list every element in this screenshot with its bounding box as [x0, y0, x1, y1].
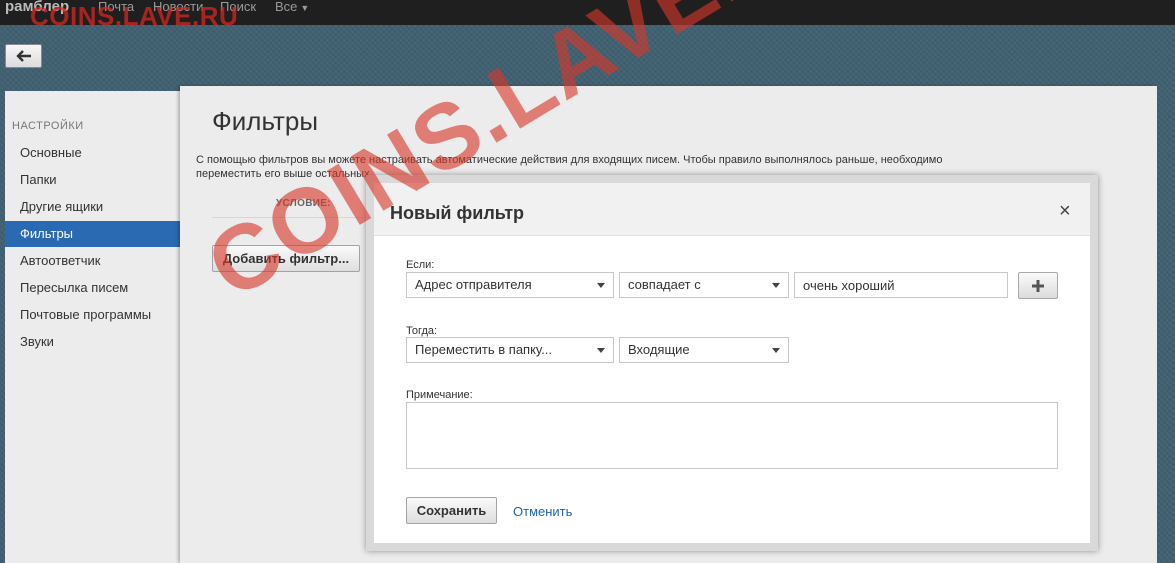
sidebar-item-folders[interactable]: Папки	[5, 167, 180, 193]
cancel-link[interactable]: Отменить	[513, 504, 572, 519]
then-label: Тогда:	[406, 325, 438, 337]
close-icon[interactable]: ×	[1059, 201, 1071, 221]
chevron-down-icon	[597, 348, 605, 353]
nav-link-all[interactable]: Все ▼	[275, 0, 309, 14]
note-label: Примечание:	[406, 389, 473, 401]
back-button[interactable]	[5, 44, 42, 68]
sidebar-item-other-mailboxes[interactable]: Другие ящики	[5, 194, 180, 220]
condition-operator-value: совпадает с	[628, 277, 701, 292]
sidebar-item-general[interactable]: Основные	[5, 140, 180, 166]
plus-icon	[1032, 280, 1044, 292]
condition-field-value: Адрес отправителя	[415, 277, 532, 292]
chevron-down-icon	[597, 283, 605, 288]
nav-link-all-label: Все	[275, 0, 298, 14]
sidebar-item-mail-clients[interactable]: Почтовые программы	[5, 302, 180, 328]
target-folder-value: Входящие	[628, 342, 690, 357]
settings-sidebar: НАСТРОЙКИ Основные Папки Другие ящики Фи…	[5, 91, 180, 563]
sidebar-item-filters[interactable]: Фильтры	[5, 221, 180, 247]
dialog-header: Новый фильтр ×	[374, 183, 1090, 236]
new-filter-dialog: Новый фильтр × Если: Адрес отправителя с…	[366, 175, 1098, 551]
note-textarea[interactable]	[406, 402, 1058, 469]
save-button[interactable]: Сохранить	[406, 497, 497, 524]
action-select[interactable]: Переместить в папку...	[406, 337, 614, 363]
sidebar-item-sounds[interactable]: Звуки	[5, 329, 180, 355]
arrow-left-icon	[16, 50, 31, 62]
sidebar-heading: НАСТРОЙКИ	[12, 120, 84, 132]
chevron-down-icon	[772, 283, 780, 288]
sidebar-item-autoresponder[interactable]: Автоответчик	[5, 248, 180, 274]
condition-operator-select[interactable]: совпадает с	[619, 272, 789, 298]
if-label: Если:	[406, 259, 435, 271]
chevron-down-icon: ▼	[300, 3, 310, 13]
condition-field-select[interactable]: Адрес отправителя	[406, 272, 614, 298]
condition-value-input[interactable]	[794, 272, 1008, 298]
watermark-top: COINS.LAVE.RU	[30, 1, 239, 31]
page-title: Фильтры	[212, 106, 319, 136]
action-value: Переместить в папку...	[415, 342, 552, 357]
target-folder-select[interactable]: Входящие	[619, 337, 789, 363]
chevron-down-icon	[772, 348, 780, 353]
sidebar-item-forwarding[interactable]: Пересылка писем	[5, 275, 180, 301]
add-condition-button[interactable]	[1018, 272, 1058, 299]
